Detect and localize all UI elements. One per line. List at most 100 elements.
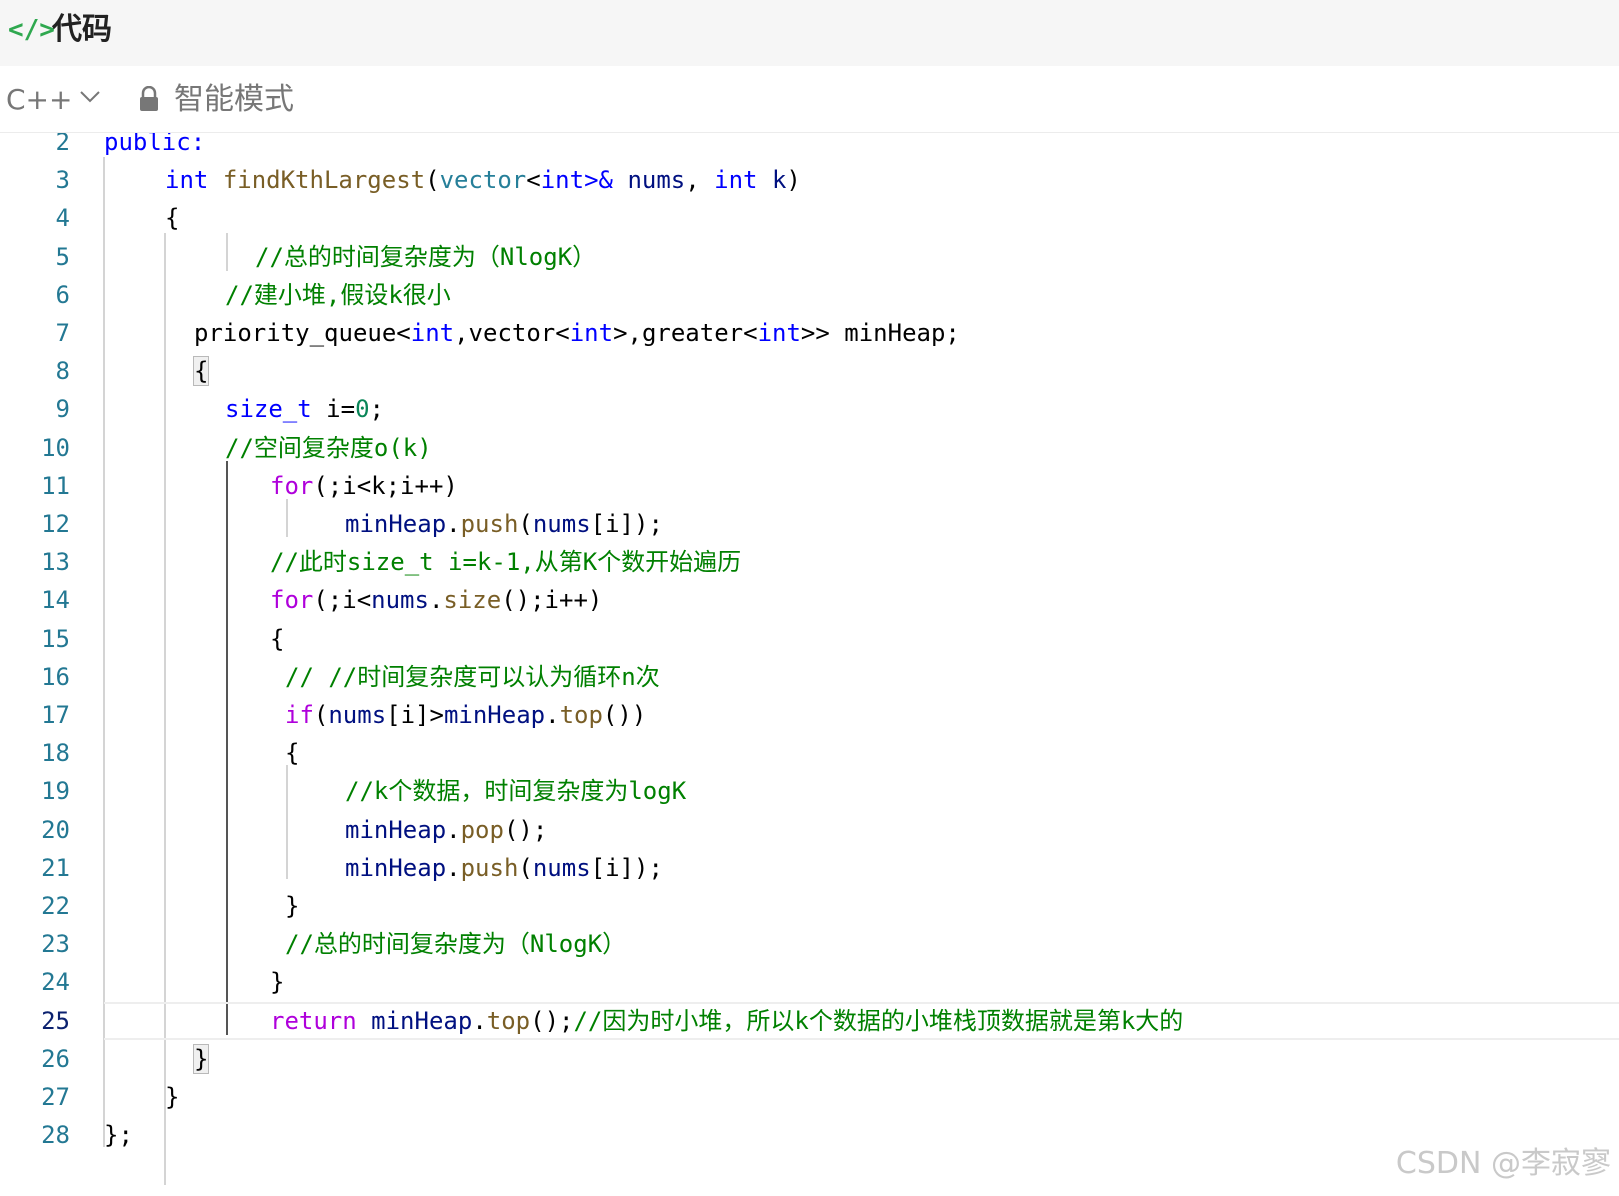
- code-text[interactable]: minHeap.pop();: [345, 811, 547, 849]
- code-text[interactable]: public:: [104, 133, 205, 161]
- code-line[interactable]: 19 //k个数据，时间复杂度为logK: [0, 772, 1619, 810]
- code-token: (;i<: [313, 586, 372, 615]
- code-text[interactable]: //此时size_t i=k-1,从第K个数开始遍历: [270, 543, 741, 581]
- code-token: >> minHeap;: [800, 319, 960, 347]
- code-token: return: [270, 1006, 357, 1035]
- code-token: minHeap: [345, 510, 447, 538]
- language-select[interactable]: C++: [6, 80, 72, 120]
- line-number: 22: [41, 892, 70, 920]
- line-number: 24: [41, 968, 70, 997]
- code-token: (: [518, 853, 533, 882]
- code-text[interactable]: //总的时间复杂度为（NlogK）: [285, 925, 626, 963]
- code-token: int: [569, 319, 614, 347]
- code-line[interactable]: 7 priority_queue<int,vector<int>,greater<…: [0, 314, 1619, 352]
- code-token: priority_queue<: [194, 319, 411, 347]
- code-line[interactable]: 6 //建小堆,假设k很小: [0, 276, 1619, 314]
- code-text[interactable]: minHeap.push(nums[i]);: [345, 849, 663, 887]
- code-token: int: [410, 319, 455, 347]
- code-comment: //k个数据，时间复杂度为logK: [345, 777, 687, 806]
- code-token: minHeap: [345, 853, 447, 882]
- code-token: vector: [439, 166, 527, 195]
- code-line[interactable]: 20 minHeap.pop();: [0, 811, 1619, 849]
- code-token: nums: [328, 701, 387, 729]
- code-line[interactable]: 9 size_t i=0;: [0, 390, 1619, 428]
- code-comment: //此时size_t i=k-1,从第K个数开始遍历: [270, 548, 742, 577]
- code-token: minHeap: [371, 1006, 473, 1035]
- line-number: 7: [55, 319, 70, 347]
- code-token: findKthLargest: [222, 166, 426, 195]
- code-token: top: [486, 1006, 531, 1035]
- mode-label[interactable]: 智能模式: [174, 78, 294, 122]
- code-text[interactable]: }: [270, 963, 284, 1001]
- code-text[interactable]: size_t i=0;: [225, 390, 384, 428]
- code-token: [i]);: [590, 853, 663, 882]
- code-text[interactable]: if(nums[i]>minHeap.top()): [285, 696, 646, 734]
- code-line[interactable]: 23 //总的时间复杂度为（NlogK）: [0, 925, 1619, 963]
- code-line[interactable]: 21 minHeap.push(nums[i]);: [0, 849, 1619, 887]
- code-line[interactable]: 22}: [0, 887, 1619, 925]
- code-line[interactable]: 17 if(nums[i]>minHeap.top()): [0, 696, 1619, 734]
- code-line[interactable]: 26}: [0, 1040, 1619, 1078]
- code-text[interactable]: {: [192, 352, 210, 390]
- code-comment: // //时间复杂度可以认为循环n次: [285, 662, 660, 691]
- code-comment: //建小堆,假设k很小: [225, 280, 451, 309]
- code-text[interactable]: {: [270, 620, 284, 658]
- code-token: >,greater<: [613, 319, 758, 347]
- code-token: int: [540, 166, 585, 195]
- code-text[interactable]: {: [165, 199, 179, 237]
- chevron-down-icon[interactable]: [78, 84, 102, 108]
- code-line[interactable]: 12 minHeap.push(nums[i]);: [0, 505, 1619, 543]
- code-text[interactable]: minHeap.push(nums[i]);: [345, 505, 663, 543]
- line-number: 14: [41, 586, 70, 615]
- code-text[interactable]: priority_queue<int,vector<int>,greater<i…: [194, 314, 960, 352]
- code-token: size: [443, 586, 502, 615]
- code-text[interactable]: //建小堆,假设k很小: [225, 276, 451, 314]
- code-line[interactable]: 3 int findKthLargest(vector<int>& nums, i…: [0, 161, 1619, 199]
- line-number: 3: [55, 166, 70, 195]
- code-line[interactable]: 15 {: [0, 620, 1619, 658]
- code-text[interactable]: for(;i<nums.size();i++): [270, 581, 602, 619]
- code-text[interactable]: };: [104, 1116, 133, 1154]
- code-line[interactable]: 8{: [0, 352, 1619, 390]
- code-token: minHeap: [443, 701, 546, 729]
- code-editor[interactable]: 2 public: 3 int findKthLargest(vector<int>&…: [0, 133, 1619, 1196]
- code-text[interactable]: for(;i<k;i++): [270, 467, 458, 505]
- code-line[interactable]: 28};: [0, 1116, 1619, 1154]
- code-token: (;i<k;i++): [313, 471, 458, 500]
- code-line[interactable]: 27}: [0, 1078, 1619, 1116]
- code-text[interactable]: // //时间复杂度可以认为循环n次: [285, 658, 660, 696]
- line-number: 28: [41, 1121, 70, 1150]
- line-number: 5: [55, 242, 70, 271]
- code-comment: //总的时间复杂度为（NlogK）: [255, 242, 597, 271]
- code-line[interactable]: 13 //此时size_t i=k-1,从第K个数开始遍历: [0, 543, 1619, 581]
- code-comment: //空间复杂度o(k): [225, 433, 432, 462]
- code-line[interactable]: 11 for(;i<k;i++): [0, 467, 1619, 505]
- code-line[interactable]: 16 // //时间复杂度可以认为循环n次: [0, 658, 1619, 696]
- code-line[interactable]: 18 {: [0, 734, 1619, 772]
- code-line[interactable]: 2 public:: [0, 133, 1619, 161]
- code-text[interactable]: int findKthLargest(vector<int>& nums, in…: [165, 161, 801, 199]
- code-token: int: [714, 166, 758, 195]
- code-line[interactable]: 14 for(;i<nums.size();i++): [0, 581, 1619, 619]
- code-line[interactable]: 4{: [0, 199, 1619, 237]
- code-text[interactable]: {: [285, 734, 299, 772]
- line-number: 17: [41, 701, 70, 729]
- line-number: 11: [41, 471, 70, 500]
- code-text[interactable]: //总的时间复杂度为（NlogK）: [255, 238, 596, 276]
- code-line[interactable]: 5 //总的时间复杂度为（NlogK）: [0, 238, 1619, 276]
- code-text[interactable]: }: [165, 1078, 179, 1116]
- code-line[interactable]: 24}: [0, 963, 1619, 1001]
- code-token: ,: [685, 166, 715, 195]
- code-line[interactable]: 25 return minHeap.top();//因为时小堆，所以k个数据的小堆…: [0, 1001, 1619, 1040]
- code-line[interactable]: 10 //空间复杂度o(k): [0, 429, 1619, 467]
- line-number: 15: [41, 624, 70, 653]
- code-text[interactable]: //k个数据，时间复杂度为logK: [345, 772, 686, 810]
- code-text[interactable]: }: [285, 887, 299, 925]
- editor-toolbar: C++ 智能模式: [0, 66, 1619, 133]
- code-token: };: [104, 1121, 133, 1150]
- code-text[interactable]: }: [192, 1040, 210, 1078]
- code-text[interactable]: return minHeap.top();//因为时小堆，所以k个数据的小堆栈顶…: [270, 1002, 1183, 1040]
- code-token: nums: [371, 586, 429, 615]
- code-text[interactable]: //空间复杂度o(k): [225, 429, 432, 467]
